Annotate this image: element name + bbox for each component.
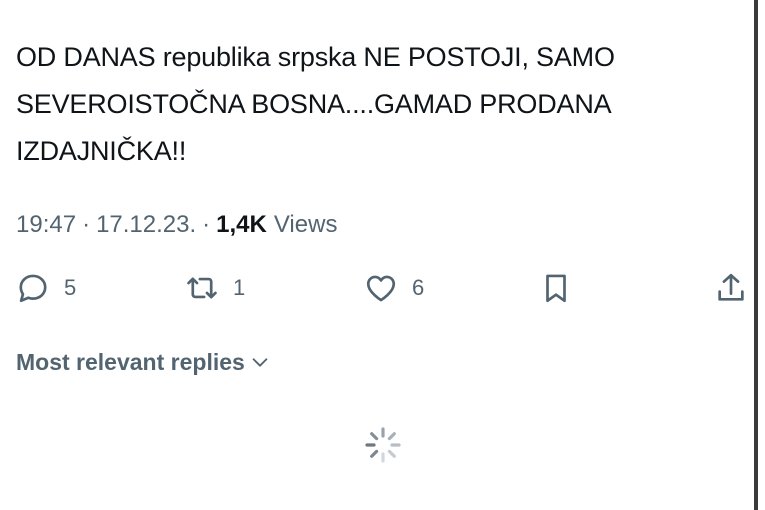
window-edge	[754, 0, 758, 510]
repost-count: 1	[233, 275, 246, 300]
like-icon	[366, 275, 396, 302]
reply-icon	[19, 274, 47, 303]
repost-icon	[187, 277, 217, 299]
repost-button[interactable]: 1	[185, 268, 245, 308]
share-icon	[718, 273, 744, 301]
bookmark-icon	[546, 274, 566, 303]
action-bar: 5 1 6	[0, 268, 760, 308]
post-text: OD DANAS republika srpska NE POSTOJI, SA…	[16, 42, 615, 166]
share-button[interactable]	[714, 268, 748, 308]
reply-button[interactable]: 5	[16, 268, 76, 308]
loading-spinner	[365, 427, 401, 463]
chevron-down-icon	[252, 358, 268, 367]
post-meta: 19:47 · 17.12.23. · 1,4K Views	[16, 207, 337, 243]
like-button[interactable]: 6	[364, 268, 424, 308]
meta-separator: ·	[82, 211, 91, 238]
post-date[interactable]: 17.12.23.	[96, 211, 196, 239]
views-count: 1,4K	[216, 211, 267, 238]
meta-separator: ·	[202, 211, 211, 238]
reply-count: 5	[64, 275, 77, 300]
views-label: Views	[273, 211, 338, 238]
bookmark-button[interactable]	[539, 268, 573, 308]
like-count: 6	[412, 275, 425, 300]
post-time[interactable]: 19:47	[16, 211, 76, 239]
replies-sort-label: Most relevant replies	[16, 348, 245, 375]
replies-sort-toggle[interactable]: Most relevant replies	[16, 344, 271, 380]
